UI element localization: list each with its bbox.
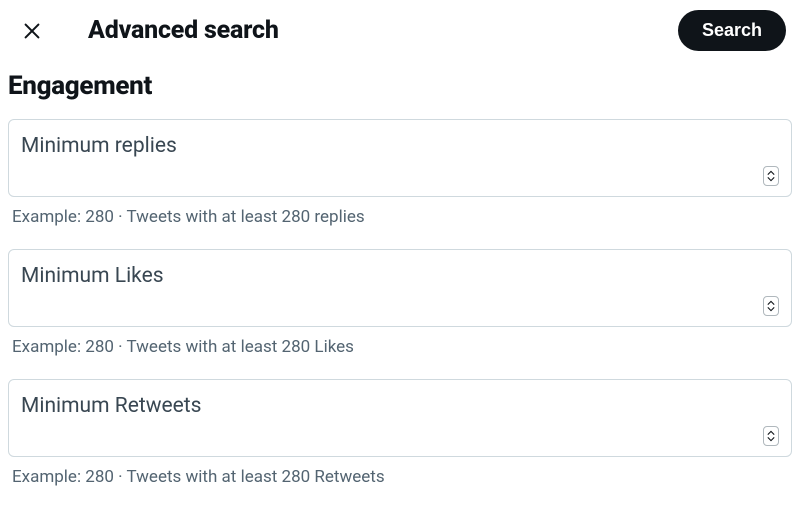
min-likes-input[interactable]: Minimum Likes [8,249,792,327]
min-likes-label: Minimum Likes [21,264,779,288]
chevron-down-icon [767,436,775,442]
page-title: Advanced search [88,16,678,45]
min-retweets-label: Minimum Retweets [21,394,779,418]
field-min-likes: Minimum Likes Example: 280 · Tweets with… [8,249,792,357]
min-likes-example: Example: 280 · Tweets with at least 280 … [8,337,792,357]
close-icon [21,20,43,42]
search-button[interactable]: Search [678,10,786,51]
min-retweets-example: Example: 280 · Tweets with at least 280 … [8,467,792,487]
min-replies-input[interactable]: Minimum replies [8,119,792,197]
header-bar: Advanced search Search [0,0,800,69]
min-replies-stepper[interactable] [763,166,779,186]
chevron-down-icon [767,176,775,182]
engagement-fields: Minimum replies Example: 280 · Tweets wi… [0,119,800,487]
field-min-replies: Minimum replies Example: 280 · Tweets wi… [8,119,792,227]
min-replies-label: Minimum replies [21,134,779,158]
section-title: Engagement [0,69,800,119]
field-min-retweets: Minimum Retweets Example: 280 · Tweets w… [8,379,792,487]
min-replies-example: Example: 280 · Tweets with at least 280 … [8,207,792,227]
min-retweets-input[interactable]: Minimum Retweets [8,379,792,457]
chevron-down-icon [767,306,775,312]
min-likes-stepper[interactable] [763,296,779,316]
min-retweets-stepper[interactable] [763,426,779,446]
close-button[interactable] [14,13,50,49]
